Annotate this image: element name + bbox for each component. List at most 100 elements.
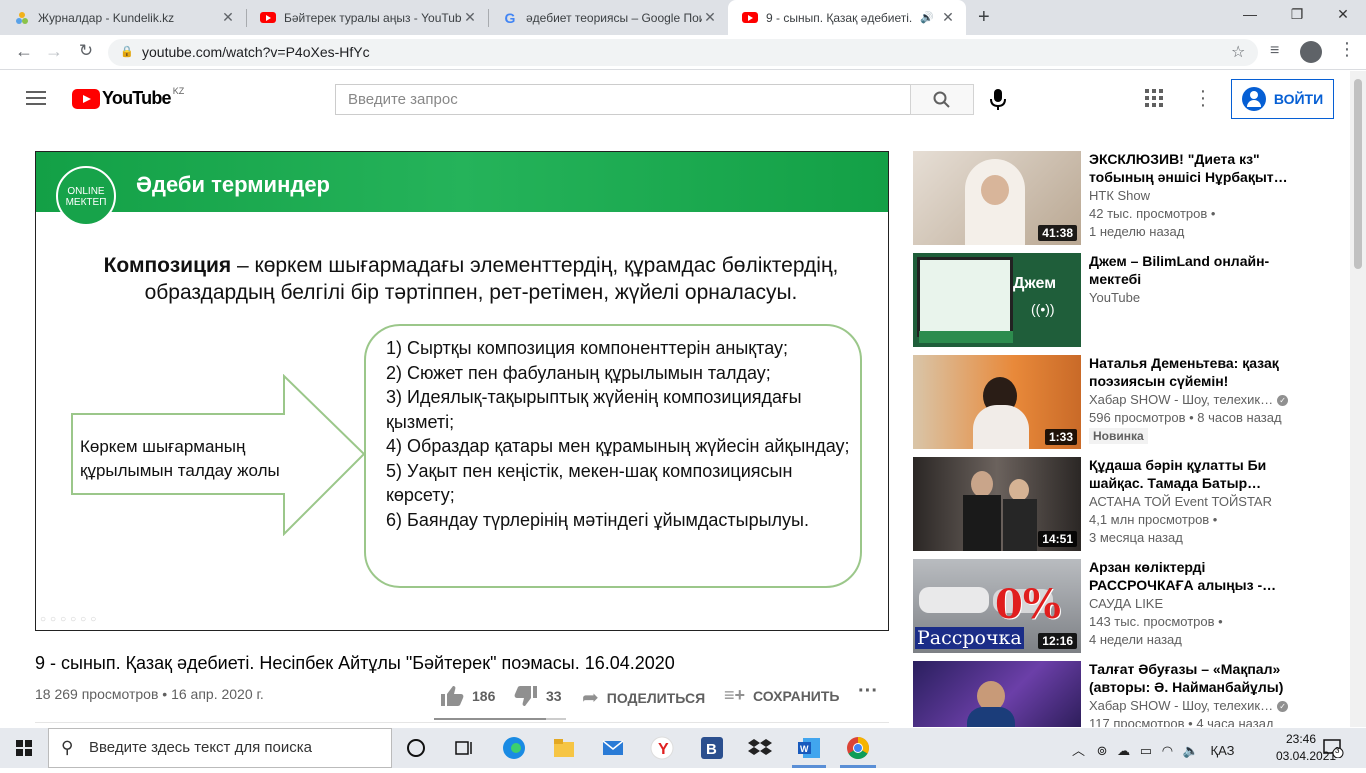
back-icon[interactable]: ← <box>12 41 36 62</box>
video-thumbnail[interactable]: 1:33 <box>913 355 1081 449</box>
minimize-icon[interactable]: — <box>1240 6 1260 22</box>
notification-center-icon[interactable]: 3 <box>1322 738 1344 759</box>
chrome-menu-icon[interactable]: ⋮ <box>1338 39 1356 60</box>
svg-text:W: W <box>800 744 809 754</box>
browser-tab-strip: Журналдар - Kundelik.kz ✕ Бәйтерек турал… <box>0 0 1366 35</box>
definition-text: – көркем шығармадағы элементтердің, құра… <box>144 254 839 304</box>
close-tab-icon[interactable]: ✕ <box>940 9 956 26</box>
related-video[interactable]: Джем ((•)) Джем – BilimLand онлайн-мекте… <box>913 253 1350 347</box>
mail-icon[interactable] <box>601 736 625 760</box>
save-button[interactable]: ≡+ СОХРАНИТЬ <box>724 685 839 706</box>
tab-active-video[interactable]: 9 - сынып. Қазақ әдебиеті. Н 🔊 ✕ <box>728 0 966 35</box>
step-item: 1) Сыртқы композиция компоненттерін анық… <box>386 338 789 358</box>
step-item: 5) Уақыт пен кеңістік, мекен-шақ компози… <box>386 460 793 506</box>
sign-in-button[interactable]: ВОЙТИ <box>1231 79 1334 119</box>
edge-icon[interactable] <box>502 736 526 760</box>
media-control-icon[interactable]: ≡ <box>1270 42 1279 60</box>
related-video[interactable]: 0% Рассрочка 12:16 Арзан көліктерді РАСС… <box>913 559 1350 653</box>
url-field[interactable]: 🔒 youtube.com/watch?v=P4oXes-HfYc <box>108 39 1258 66</box>
taskbar-search-input[interactable]: ⚲ Введите здесь текст для поиска <box>48 728 392 768</box>
dislike-button[interactable]: 33 <box>514 685 562 707</box>
audio-playing-icon[interactable]: 🔊 <box>920 11 934 24</box>
profile-icon[interactable] <box>1300 41 1322 63</box>
onedrive-icon[interactable]: ☁ <box>1117 743 1130 758</box>
clock[interactable]: 23:46 03.04.2021 <box>1276 731 1336 765</box>
like-button[interactable]: 186 <box>440 685 495 707</box>
restore-icon[interactable]: ❐ <box>1287 6 1307 23</box>
lock-icon: 🔒 <box>120 46 134 58</box>
new-tab-icon[interactable]: + <box>978 6 998 29</box>
cortana-icon[interactable] <box>404 736 428 760</box>
share-button[interactable]: ➦ ПОДЕЛИТЬСЯ <box>582 685 705 710</box>
kundelik-icon <box>14 10 30 26</box>
page-scrollbar[interactable] <box>1350 71 1366 727</box>
search-input[interactable]: Введите запрос <box>335 84 911 115</box>
tab-kundelik[interactable]: Журналдар - Kundelik.kz ✕ <box>0 0 246 35</box>
video-meta: 18 269 просмотров • 16 апр. 2020 г. <box>35 686 264 702</box>
word-icon[interactable]: W <box>797 736 821 760</box>
volume-icon[interactable]: 🔈 <box>1183 743 1199 758</box>
yandex-browser-icon[interactable]: Y <box>650 736 674 760</box>
video-thumbnail[interactable] <box>913 661 1081 727</box>
related-video[interactable]: 41:38 ЭКСКЛЮЗИВ! "Диета кз" тобының әнші… <box>913 151 1350 245</box>
youtube-icon <box>742 10 758 26</box>
show-hidden-icons[interactable]: ︿ <box>1072 743 1085 758</box>
search-icon <box>933 91 950 108</box>
thumbs-down-icon <box>514 686 537 706</box>
video-thumbnail[interactable]: 14:51 <box>913 457 1081 551</box>
scrollbar-thumb[interactable] <box>1354 79 1362 269</box>
settings-dots-icon[interactable]: · · · <box>1198 81 1208 115</box>
video-player[interactable]: Әдеби терминдер ONLINE МЕКТЕП Композиция … <box>35 151 889 631</box>
bookmark-star-icon[interactable]: ☆ <box>1231 42 1245 62</box>
related-video[interactable]: 1:33 Наталья Деменьтева: қазақ поэзиясын… <box>913 355 1350 449</box>
thumbs-up-icon <box>441 686 464 706</box>
dropbox-icon[interactable] <box>748 736 772 760</box>
forward-icon[interactable]: → <box>42 41 66 62</box>
verified-icon: ✓ <box>1277 395 1289 407</box>
microphone-icon[interactable] <box>990 89 1006 111</box>
windows-logo-icon <box>16 740 32 756</box>
battery-icon[interactable]: ▭ <box>1140 743 1152 758</box>
language-indicator[interactable]: ҚАЗ <box>1211 743 1235 758</box>
related-video[interactable]: Талғат Әбуғазы – «Мақпал» (авторы: Ә. На… <box>913 661 1350 727</box>
new-badge: Новинка <box>1089 428 1148 444</box>
close-tab-icon[interactable]: ✕ <box>220 9 236 26</box>
start-button[interactable] <box>0 728 48 768</box>
youtube-logo[interactable]: YouTube KZ <box>72 86 184 109</box>
video-thumbnail[interactable]: 0% Рассрочка 12:16 <box>913 559 1081 653</box>
apps-grid-icon[interactable] <box>1145 89 1163 107</box>
related-video[interactable]: 14:51 Құдаша бәрін құлатты Би шайқас. Та… <box>913 457 1350 551</box>
tab-google-search[interactable]: G әдебиет теориясы – Google Поиск ✕ <box>488 0 728 35</box>
verified-icon: ✓ <box>1277 701 1289 713</box>
close-tab-icon[interactable]: ✕ <box>702 9 718 26</box>
vk-app-icon[interactable]: B <box>700 736 724 760</box>
svg-text:B: B <box>706 741 717 758</box>
tab-baiterek-youtube[interactable]: Бәйтерек туралы аңыз - YouTube ✕ <box>246 0 488 35</box>
playlist-add-icon: ≡+ <box>724 685 746 705</box>
network-meeting-icon[interactable]: ⊚ <box>1097 743 1108 758</box>
google-icon: G <box>504 9 516 26</box>
reload-icon[interactable]: ↻ <box>74 41 98 61</box>
menu-icon[interactable] <box>26 91 46 105</box>
wifi-icon[interactable]: ◠ <box>1162 743 1173 758</box>
video-thumbnail[interactable]: 41:38 <box>913 151 1081 245</box>
video-thumbnail[interactable]: Джем ((•)) <box>913 253 1081 347</box>
windows-taskbar: ⚲ Введите здесь текст для поиска Y B W ︿… <box>0 728 1366 768</box>
divider <box>35 722 889 723</box>
search-button[interactable] <box>910 84 974 115</box>
close-tab-icon[interactable]: ✕ <box>462 9 478 26</box>
live-icon: ((•)) <box>1031 301 1055 317</box>
term-label: Композиция <box>103 254 232 277</box>
step-item: 2) Сюжет пен фабуланың құрылымын талдау; <box>386 362 771 383</box>
file-explorer-icon[interactable] <box>552 736 576 760</box>
video-title: 9 - сынып. Қазақ әдебиеті. Несіпбек Айтұ… <box>35 653 675 673</box>
svg-text:Y: Y <box>658 741 669 758</box>
account-icon <box>1241 87 1266 111</box>
more-actions-icon[interactable]: ··· <box>858 680 878 703</box>
close-window-icon[interactable]: ✕ <box>1333 6 1353 23</box>
analysis-steps-box: 1) Сыртқы композиция компоненттерін анық… <box>364 324 862 588</box>
url-text: youtube.com/watch?v=P4oXes-HfYc <box>142 44 370 60</box>
youtube-play-logo-icon <box>72 88 100 109</box>
chrome-icon[interactable] <box>846 736 870 760</box>
task-view-icon[interactable] <box>452 736 476 760</box>
